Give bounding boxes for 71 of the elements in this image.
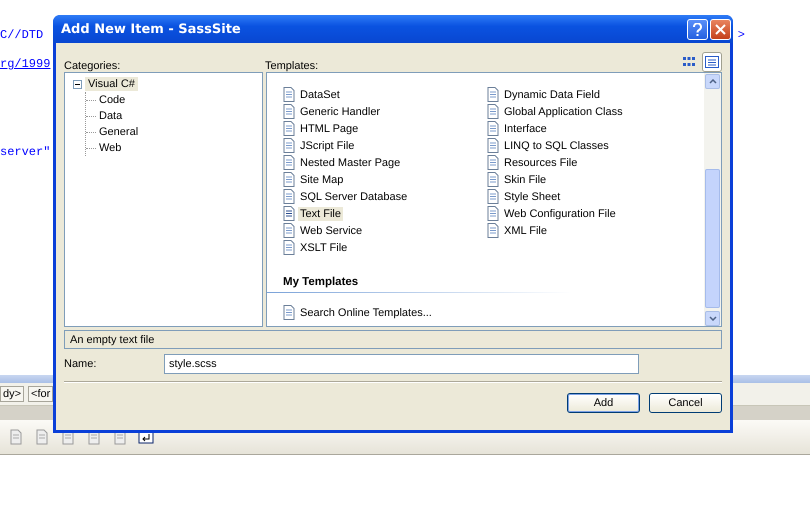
scroll-up-icon[interactable]: [705, 74, 720, 89]
window-title: Add New Item - SassSite: [60, 22, 241, 36]
template-item[interactable]: JScript File: [298, 138, 356, 152]
document-icon: [282, 172, 296, 187]
template-item[interactable]: DataSet: [298, 88, 342, 102]
question-mark-icon: [692, 22, 703, 36]
description-text: An empty text file: [64, 330, 722, 349]
document-icon: [282, 155, 296, 170]
template-item[interactable]: Web Service: [298, 224, 364, 238]
code-text: rg/1999: [0, 57, 50, 71]
document-icon: [282, 305, 296, 320]
template-item[interactable]: Style Sheet: [502, 190, 562, 204]
template-item[interactable]: Search Online Templates...: [298, 306, 434, 320]
document-icon: [282, 206, 296, 221]
document-icon: [282, 223, 296, 238]
tree-item[interactable]: General: [96, 125, 142, 139]
name-field[interactable]: style.scss: [164, 354, 639, 374]
template-item[interactable]: Text File: [298, 206, 343, 220]
tree-item[interactable]: Web: [96, 141, 124, 155]
section-heading: My Templates: [282, 276, 360, 288]
code-text: C//DTD: [0, 28, 44, 42]
scroll-down-icon[interactable]: [705, 311, 720, 326]
document-icon: [486, 138, 500, 153]
template-item[interactable]: Resources File: [502, 156, 580, 170]
document-icon: [486, 87, 500, 102]
small-icons-button[interactable]: [702, 52, 722, 72]
name-label: Name:: [64, 358, 96, 370]
templates-label: Templates:: [265, 60, 318, 72]
template-item[interactable]: Site Map: [298, 172, 346, 186]
document-icon: [282, 189, 296, 204]
cancel-button[interactable]: Cancel: [649, 393, 722, 413]
document-icon: [282, 240, 296, 255]
document-icon: [486, 104, 500, 119]
template-item[interactable]: LINQ to SQL Classes: [502, 138, 611, 152]
document-icon: [486, 172, 500, 187]
document-icon: [282, 104, 296, 119]
code-text: server": [0, 145, 50, 159]
help-button[interactable]: [687, 18, 708, 40]
template-item[interactable]: Global Application Class: [502, 104, 625, 118]
scrollbar[interactable]: [704, 73, 721, 326]
categories-label: Categories:: [64, 60, 120, 72]
document-icon: [282, 87, 296, 102]
tree-item[interactable]: Visual C#: [85, 77, 138, 91]
template-item[interactable]: HTML Page: [298, 122, 360, 136]
document-icon: [486, 223, 500, 238]
close-icon: [715, 24, 726, 34]
document-icon: [282, 138, 296, 153]
list-icon: [705, 56, 719, 68]
template-item[interactable]: XSLT File: [298, 240, 350, 254]
document-icon: [486, 206, 500, 221]
template-item[interactable]: XML File: [502, 224, 549, 238]
grid-icon: [682, 56, 696, 68]
template-item[interactable]: Dynamic Data Field: [502, 88, 602, 102]
document-icon: [486, 121, 500, 136]
code-text: >: [738, 28, 745, 42]
tree-item[interactable]: Data: [96, 109, 126, 123]
breadcrumb-tag[interactable]: dy>: [0, 386, 24, 402]
tree-item[interactable]: Code: [96, 93, 128, 107]
add-button[interactable]: Add: [567, 393, 640, 413]
template-item[interactable]: Nested Master Page: [298, 156, 402, 170]
template-item[interactable]: Generic Handler: [298, 104, 382, 118]
close-button[interactable]: [710, 18, 731, 40]
document-icon: [486, 155, 500, 170]
collapse-toggle[interactable]: [73, 80, 82, 88]
document-icon: [486, 189, 500, 204]
template-item[interactable]: Web Configuration File: [502, 206, 618, 220]
template-item[interactable]: SQL Server Database: [298, 190, 410, 204]
template-item[interactable]: Interface: [502, 122, 549, 136]
breadcrumb-tag[interactable]: <for: [28, 386, 54, 402]
document-icon: [282, 121, 296, 136]
template-item[interactable]: Skin File: [502, 172, 548, 186]
